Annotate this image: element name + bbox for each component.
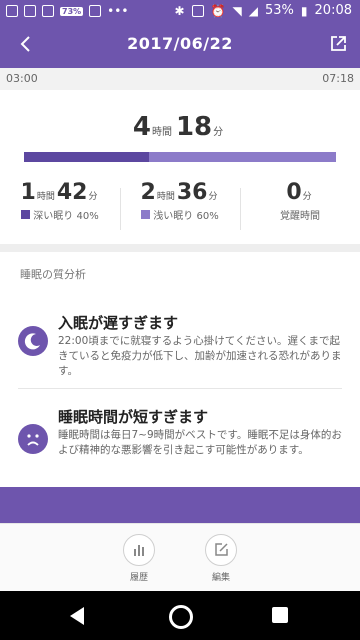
total-hours: 4 <box>132 112 151 142</box>
section-separator <box>0 244 360 252</box>
light-minutes-unit: 分 <box>208 192 218 202</box>
bottom-action-bar: 履歴 編集 <box>0 523 360 592</box>
moon-icon <box>18 326 48 356</box>
image-icon <box>89 5 102 17</box>
evernote-icon <box>24 5 36 17</box>
light-sleep-legend-swatch <box>141 210 151 219</box>
accent-band <box>0 487 360 523</box>
awake-minutes: 0 <box>286 180 302 205</box>
light-hours: 2 <box>140 180 156 205</box>
sad-face-icon <box>18 424 48 454</box>
signal-icon: ◢ <box>248 3 259 18</box>
bar-chart-icon <box>134 545 144 556</box>
app-bar: 2017/06/22 <box>0 24 360 68</box>
analysis-heading: 入眠が遅すぎます <box>58 314 179 332</box>
light-sleep-stat: 2時間36分 浅い眠り 60% <box>120 180 240 222</box>
clock: 20:08 <box>314 3 352 18</box>
nav-home-icon[interactable] <box>169 605 193 629</box>
analysis-text: 睡眠時間は毎日7~9時間がベストです。睡眠不足は身体的および精神的な悪影響を引き… <box>58 429 342 456</box>
analysis-text: 22:00頃までに就寝するよう心掛けてください。遅くまで起きていると免疫力が低下… <box>58 335 342 377</box>
sleep-start-time: 03:00 <box>6 72 38 85</box>
nfc-icon <box>191 4 204 17</box>
total-minutes-unit: 分 <box>213 127 224 138</box>
sleep-end-time: 07:18 <box>322 72 354 85</box>
total-minutes: 18 <box>175 112 213 142</box>
total-sleep-duration: 4時間 18分 <box>0 112 360 142</box>
edit-icon <box>215 543 228 556</box>
nav-back-icon[interactable] <box>70 607 84 625</box>
awake-stat: 0分 覚醒時間 <box>240 180 360 222</box>
deep-minutes: 42 <box>56 180 88 205</box>
deep-sleep-legend-swatch <box>21 210 31 219</box>
light-sleep-label: 浅い眠り 60% <box>153 211 219 222</box>
deep-hours: 1 <box>20 180 36 205</box>
stat-divider <box>120 188 121 230</box>
page-title: 2017/06/22 <box>127 34 233 53</box>
edit-label: 編集 <box>211 573 230 583</box>
light-hours-unit: 時間 <box>156 192 175 202</box>
light-sleep-segment <box>148 152 336 162</box>
light-minutes: 36 <box>176 180 208 205</box>
total-hours-unit: 時間 <box>151 127 172 138</box>
more-dots-icon: ••• <box>107 4 129 18</box>
sleep-composition-bar <box>24 152 336 162</box>
wifi-icon: ◥ <box>232 3 242 18</box>
deep-hours-unit: 時間 <box>36 192 55 202</box>
nav-recents-icon[interactable] <box>272 607 288 623</box>
edit-button[interactable]: 編集 <box>191 534 251 583</box>
sleep-stats: 1時間42分 深い眠り 40% 2時間36分 浅い眠り 60% 0分 覚醒時間 <box>0 180 360 236</box>
analysis-section-title: 睡眠の質分析 <box>20 268 86 281</box>
notification-badge: 73% <box>60 6 84 16</box>
deep-minutes-unit: 分 <box>88 192 98 202</box>
status-bar: 73% ••• ✱ ⏰ ◥ ◢ 53% ▮ 20:08 <box>0 0 360 24</box>
history-label: 履歴 <box>129 573 148 583</box>
stat-divider <box>240 188 241 230</box>
system-nav-bar <box>0 591 360 640</box>
analysis-heading: 睡眠時間が短すぎます <box>58 408 209 426</box>
deep-sleep-label: 深い眠り 40% <box>33 211 99 222</box>
edit-button-circle <box>205 534 237 566</box>
notification-icon <box>6 5 18 17</box>
time-range-row: 03:00 07:18 <box>0 68 360 90</box>
file-icon <box>42 5 54 17</box>
battery-icon: ▮ <box>300 3 308 18</box>
deep-sleep-segment <box>24 152 149 162</box>
awake-label: 覚醒時間 <box>280 211 320 222</box>
divider <box>18 388 342 389</box>
bluetooth-icon: ✱ <box>174 3 185 18</box>
history-button-circle <box>123 534 155 566</box>
awake-minutes-unit: 分 <box>302 192 312 202</box>
deep-sleep-stat: 1時間42分 深い眠り 40% <box>0 180 120 222</box>
share-icon <box>331 36 346 51</box>
alarm-icon: ⏰ <box>210 3 226 18</box>
history-button[interactable]: 履歴 <box>109 534 169 583</box>
battery-percent: 53% <box>265 3 294 18</box>
share-button[interactable] <box>328 34 348 54</box>
